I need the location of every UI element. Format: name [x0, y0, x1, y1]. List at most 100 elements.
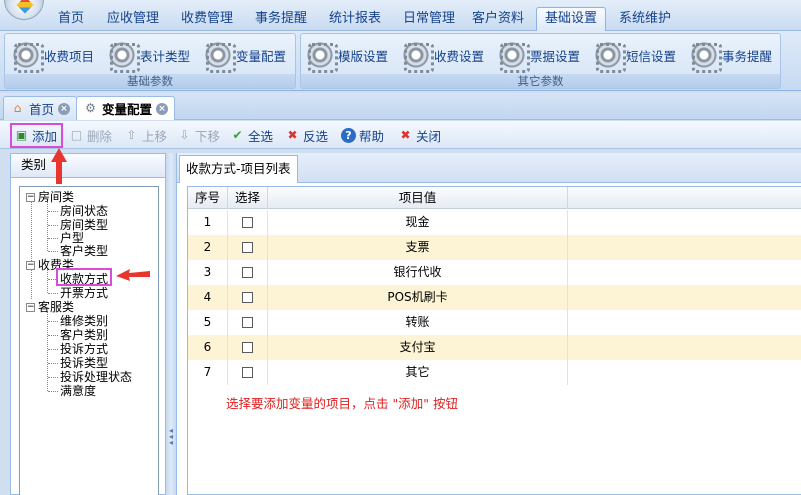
table-row[interactable]: 1 现金: [188, 210, 801, 235]
menu-bar: 首页 应收管理 收费管理 事务提醒 统计报表 日常管理 客户资料 基础设置 系统…: [0, 0, 801, 32]
row-select-cell: [228, 260, 268, 285]
arrow-up-icon: ⇧: [126, 127, 137, 142]
column-header-select[interactable]: 选择: [228, 187, 268, 209]
tree-item[interactable]: 投诉处理状态: [60, 370, 132, 384]
table-row[interactable]: 3 银行代收: [188, 260, 801, 285]
row-value: 银行代收: [268, 260, 568, 285]
ribbon-button-meter-types[interactable]: 表计类型: [107, 38, 190, 73]
item-list-panel: 收款方式-项目列表 序号 选择 项目值 1 现金 2 支票 3 银行代收 4 POS机刷卡 5 转…: [176, 153, 801, 495]
close-icon[interactable]: ×: [156, 102, 169, 115]
tree-item[interactable]: 投诉类型: [60, 356, 108, 370]
tree-item[interactable]: 维修类别: [60, 314, 108, 328]
ribbon-button-reminders[interactable]: 事务提醒: [689, 38, 772, 73]
item-grid: 序号 选择 项目值 1 现金 2 支票 3 银行代收 4 POS机刷卡 5 转账 6 支付宝 7 其它 选…: [187, 186, 801, 495]
tree-item[interactable]: 投诉方式: [60, 342, 108, 356]
menu-tab-customers[interactable]: 客户资料: [468, 7, 528, 31]
tree-item[interactable]: 客户类别: [60, 328, 108, 342]
toolbar: ▣ 添加 □ 删除 ⇧ 上移 ⇩ 下移 ✔ 全选 ✖ 反选 ? 帮助 ✖ 关闭: [0, 121, 801, 149]
row-number: 7: [188, 360, 228, 385]
row-select-cell: [228, 310, 268, 335]
row-value: 现金: [268, 210, 568, 235]
help-button[interactable]: ? 帮助: [341, 126, 384, 144]
row-number: 4: [188, 285, 228, 310]
ribbon-group-other: 模版设置 收费设置 票据设置 短信设置 事务提醒 其它参数: [300, 33, 781, 89]
menu-tab-system[interactable]: 系统维护: [612, 7, 678, 31]
payment-method-highlight: [56, 268, 112, 286]
ribbon-button-charge-items[interactable]: 收费项目: [11, 38, 94, 73]
close-button[interactable]: ✖ 关闭: [398, 126, 441, 144]
menu-tab-home[interactable]: 首页: [48, 7, 94, 31]
table-row[interactable]: 4 POS机刷卡: [188, 285, 801, 310]
row-value: 支票: [268, 235, 568, 260]
delete-button[interactable]: □ 删除: [69, 126, 112, 144]
tree-node-service[interactable]: − 客服类: [26, 300, 74, 314]
gear-icon: [305, 40, 338, 73]
row-checkbox[interactable]: [242, 367, 253, 378]
menu-tab-receivable[interactable]: 应收管理: [98, 7, 168, 31]
ribbon-group-basic: 收费项目 表计类型 变量配置 基础参数: [4, 33, 296, 89]
menu-tab-reports[interactable]: 统计报表: [320, 7, 390, 31]
row-checkbox[interactable]: [242, 317, 253, 328]
row-value: 支付宝: [268, 335, 568, 360]
row-select-cell: [228, 210, 268, 235]
category-panel: 类别 − 房间类 房间状态 房间类型 户型 客户类型 − 收费类 收款方式 开票方式…: [10, 153, 166, 495]
tree-item[interactable]: 户型: [60, 231, 84, 245]
collapse-icon[interactable]: −: [26, 303, 35, 312]
column-header-value[interactable]: 项目值: [268, 187, 568, 209]
gear-icon: [497, 40, 530, 73]
row-checkbox[interactable]: [242, 217, 253, 228]
gear-icon: [107, 40, 140, 73]
gear-icon: [11, 40, 44, 73]
gear-icon: [203, 40, 236, 73]
row-checkbox[interactable]: [242, 242, 253, 253]
row-checkbox[interactable]: [242, 292, 253, 303]
row-value: POS机刷卡: [268, 285, 568, 310]
column-header-no[interactable]: 序号: [188, 187, 228, 209]
close-icon[interactable]: ×: [58, 102, 71, 115]
panel-splitter[interactable]: ◂ ◂ ◂: [166, 153, 176, 495]
tree-node-room[interactable]: − 房间类: [26, 190, 74, 204]
invert-selection-button[interactable]: ✖ 反选: [285, 126, 328, 144]
category-tree: − 房间类 房间状态 房间类型 户型 客户类型 − 收费类 收款方式 开票方式 − 客…: [19, 186, 159, 495]
table-row[interactable]: 2 支票: [188, 235, 801, 260]
tree-item[interactable]: 房间类型: [60, 218, 108, 232]
row-select-cell: [228, 360, 268, 385]
row-select-cell: [228, 285, 268, 310]
gear-icon: [593, 40, 626, 73]
ribbon-button-variable-config[interactable]: 变量配置: [203, 38, 286, 73]
arrow-annotation-icon: [116, 269, 150, 281]
row-checkbox[interactable]: [242, 342, 253, 353]
table-row[interactable]: 7 其它: [188, 360, 801, 385]
menu-tab-daily[interactable]: 日常管理: [394, 7, 464, 31]
table-row[interactable]: 5 转账: [188, 310, 801, 335]
splitter-grip-icon: ◂ ◂ ◂: [168, 426, 173, 447]
ribbon-button-template-settings[interactable]: 模版设置: [305, 38, 388, 73]
add-button-highlight: [10, 123, 63, 148]
doc-tab-variable-config[interactable]: ⚙ 变量配置 ×: [76, 96, 176, 120]
move-up-button[interactable]: ⇧ 上移: [124, 126, 167, 144]
move-down-button[interactable]: ⇩ 下移: [177, 126, 220, 144]
select-all-button[interactable]: ✔ 全选: [230, 126, 273, 144]
grid-header: 序号 选择 项目值: [188, 187, 801, 209]
help-icon: ?: [341, 127, 356, 143]
tab-item-list[interactable]: 收款方式-项目列表: [179, 155, 298, 183]
tree-item[interactable]: 满意度: [60, 384, 96, 398]
menu-tab-charges[interactable]: 收费管理: [172, 7, 242, 31]
ribbon-button-charge-settings[interactable]: 收费设置: [401, 38, 484, 73]
app-logo-icon[interactable]: [4, 0, 44, 20]
ribbon-button-invoice-settings[interactable]: 票据设置: [497, 38, 580, 73]
ribbon-button-sms-settings[interactable]: 短信设置: [593, 38, 676, 73]
doc-tab-home[interactable]: ⌂ 首页 ×: [3, 96, 78, 120]
menu-tab-basic-settings[interactable]: 基础设置: [536, 7, 606, 32]
tree-item[interactable]: 客户类型: [60, 244, 108, 258]
menu-tab-reminders[interactable]: 事务提醒: [246, 7, 316, 31]
cross-icon: ✖: [287, 127, 298, 142]
tree-item[interactable]: 房间状态: [60, 204, 108, 218]
table-row[interactable]: 6 支付宝: [188, 335, 801, 360]
delete-icon: □: [70, 127, 83, 142]
tree-item[interactable]: 开票方式: [60, 286, 108, 300]
collapse-icon[interactable]: −: [26, 193, 35, 202]
collapse-icon[interactable]: −: [26, 261, 35, 270]
row-checkbox[interactable]: [242, 267, 253, 278]
ribbon-group-label: 基础参数: [5, 74, 295, 88]
